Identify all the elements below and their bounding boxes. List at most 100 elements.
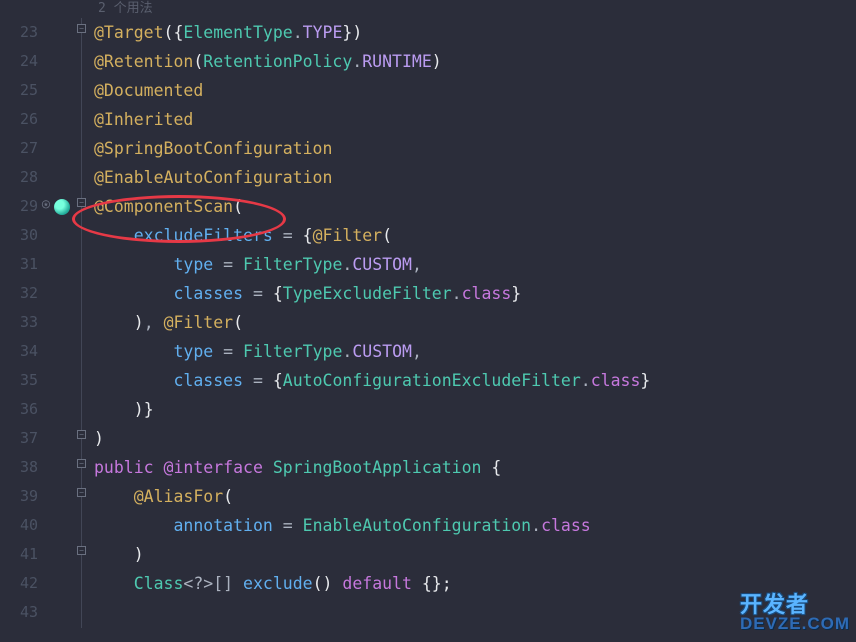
code-line[interactable]: @SpringBootConfiguration xyxy=(94,134,856,163)
token xyxy=(263,458,273,477)
line-number: 42 xyxy=(0,569,38,598)
token: @EnableAutoConfiguration xyxy=(94,168,332,187)
token: RetentionPolicy xyxy=(203,52,352,71)
token: ) xyxy=(134,545,144,564)
code-line[interactable]: @Retention(RetentionPolicy.RUNTIME) xyxy=(94,47,856,76)
token: ) xyxy=(432,52,442,71)
line-number: 41 xyxy=(0,540,38,569)
token: @Target xyxy=(94,23,164,42)
line-number: 38 xyxy=(0,453,38,482)
line-number: 30 xyxy=(0,221,38,250)
token: Class xyxy=(134,574,184,593)
marker-column: ⍟ xyxy=(52,0,76,642)
token: type xyxy=(173,342,213,361)
code-line[interactable]: public @interface SpringBootApplication … xyxy=(94,453,856,482)
token: ( xyxy=(382,226,392,245)
token: = xyxy=(243,284,273,303)
code-line[interactable]: type = FilterType.CUSTOM, xyxy=(94,250,856,279)
token: { xyxy=(273,284,283,303)
line-number: 28 xyxy=(0,163,38,192)
code-line[interactable]: ) xyxy=(94,540,856,569)
code-line[interactable]: ), @Filter( xyxy=(94,308,856,337)
line-number: 37 xyxy=(0,424,38,453)
code-line[interactable]: @AliasFor( xyxy=(94,482,856,511)
token: ) xyxy=(352,23,362,42)
token: public xyxy=(94,458,164,477)
code-line[interactable]: classes = {TypeExcludeFilter.class} xyxy=(94,279,856,308)
token: , xyxy=(412,342,422,361)
token: ) xyxy=(134,313,144,332)
token: EnableAutoConfiguration xyxy=(303,516,531,535)
token: () xyxy=(313,574,343,593)
token: = xyxy=(213,342,243,361)
line-number: 39 xyxy=(0,482,38,511)
line-number: 23 xyxy=(0,18,38,47)
token xyxy=(481,458,491,477)
token: @Filter xyxy=(164,313,234,332)
fold-icon[interactable]: − xyxy=(77,24,86,33)
code-editor[interactable]: 2324252627282930313233343536373839404142… xyxy=(0,0,856,642)
code-line[interactable]: ) xyxy=(94,424,856,453)
code-line[interactable]: @Inherited xyxy=(94,105,856,134)
token: TypeExcludeFilter xyxy=(283,284,452,303)
code-line[interactable]: @EnableAutoConfiguration xyxy=(94,163,856,192)
code-line[interactable]: excludeFilters = {@Filter( xyxy=(94,221,856,250)
fold-icon[interactable]: − xyxy=(77,430,86,439)
token: = xyxy=(243,371,273,390)
code-line[interactable]: classes = {AutoConfigurationExcludeFilte… xyxy=(94,366,856,395)
token: @Documented xyxy=(94,81,203,100)
code-area[interactable]: 2 个用法 @Target({ElementType.TYPE})@Retent… xyxy=(90,0,856,642)
code-line[interactable]: )} xyxy=(94,395,856,424)
token: <?>[] xyxy=(183,574,243,593)
bean-marker-icon[interactable] xyxy=(54,199,70,215)
token: class xyxy=(462,284,512,303)
token: . xyxy=(581,371,591,390)
usage-hint[interactable]: 2 个用法 xyxy=(94,0,856,18)
line-number: 34 xyxy=(0,337,38,366)
token: ElementType xyxy=(183,23,292,42)
line-number: 36 xyxy=(0,395,38,424)
fold-icon[interactable]: − xyxy=(77,198,86,207)
token: classes xyxy=(173,284,243,303)
token: = xyxy=(213,255,243,274)
token: . xyxy=(342,342,352,361)
code-line[interactable]: @Target({ElementType.TYPE}) xyxy=(94,18,856,47)
token: ( xyxy=(223,487,233,506)
token: CUSTOM xyxy=(352,255,412,274)
token: @ComponentScan xyxy=(94,197,233,216)
line-number: 40 xyxy=(0,511,38,540)
token: . xyxy=(342,255,352,274)
line-number: 29 xyxy=(0,192,38,221)
token: } xyxy=(640,371,650,390)
token: @Retention xyxy=(94,52,193,71)
line-number: 24 xyxy=(0,47,38,76)
token: ( xyxy=(164,23,174,42)
token: @Inherited xyxy=(94,110,193,129)
token: } xyxy=(342,23,352,42)
token: FilterType xyxy=(243,255,342,274)
code-line[interactable]: annotation = EnableAutoConfiguration.cla… xyxy=(94,511,856,540)
code-line[interactable]: @ComponentScan( xyxy=(94,192,856,221)
code-line[interactable]: @Documented xyxy=(94,76,856,105)
token: ) xyxy=(134,400,144,419)
token: . xyxy=(352,52,362,71)
line-number: 43 xyxy=(0,598,38,627)
token: type xyxy=(173,255,213,274)
fold-icon[interactable]: − xyxy=(77,459,86,468)
fold-column: − − − − − − xyxy=(76,0,90,642)
gutter-icon[interactable]: ⍟ xyxy=(42,198,50,213)
token: { xyxy=(273,371,283,390)
token: class xyxy=(541,516,591,535)
token: AutoConfigurationExcludeFilter xyxy=(283,371,581,390)
fold-icon[interactable]: − xyxy=(77,488,86,497)
token: excludeFilters xyxy=(134,226,273,245)
token: @SpringBootConfiguration xyxy=(94,139,332,158)
token: . xyxy=(531,516,541,535)
line-number: 35 xyxy=(0,366,38,395)
token: , xyxy=(412,255,422,274)
fold-icon[interactable]: − xyxy=(77,546,86,555)
token: RUNTIME xyxy=(362,52,432,71)
token: ( xyxy=(233,197,243,216)
line-number: 31 xyxy=(0,250,38,279)
code-line[interactable]: type = FilterType.CUSTOM, xyxy=(94,337,856,366)
